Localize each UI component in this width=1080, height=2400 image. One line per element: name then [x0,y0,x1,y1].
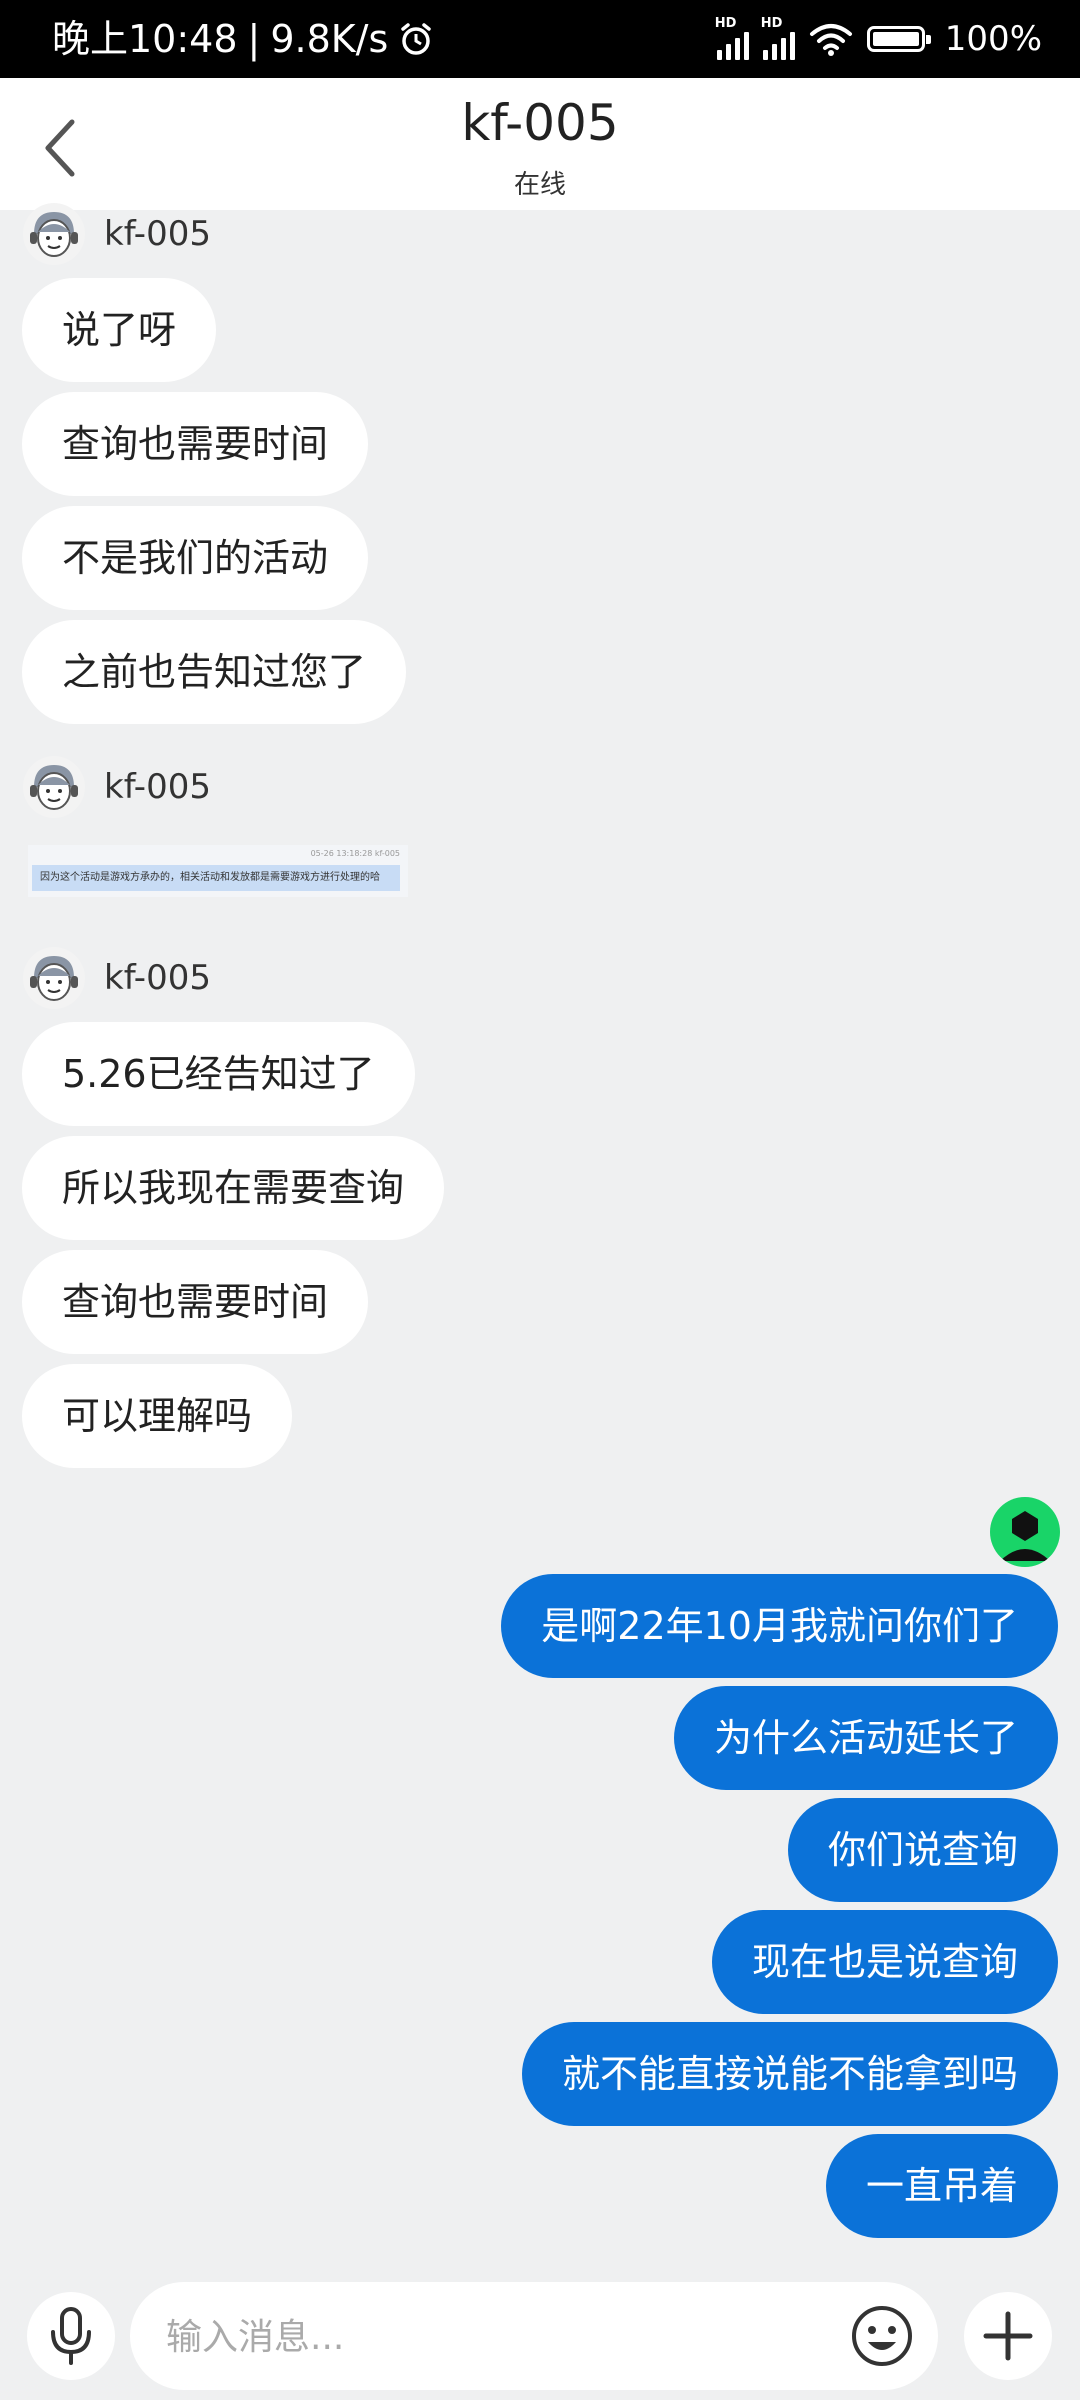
message-bubble[interactable]: 之前也告知过您了 [22,620,407,724]
user-message-bubble[interactable]: 就不能直接说能不能拿到吗 [521,2022,1058,2126]
agent-header: kf-005 [22,946,211,1010]
status-separator: | [247,17,261,61]
user-message-bubble[interactable]: 你们说查询 [787,1798,1058,1902]
user-avatar[interactable] [990,1497,1060,1567]
message-bubble[interactable]: 可以理解吗 [22,1364,293,1468]
agent-name: kf-005 [104,214,211,254]
wifi-icon [809,24,852,56]
message-bubble[interactable]: 5.26已经告知过了 [22,1022,415,1126]
message-input[interactable] [164,2282,848,2392]
image-message[interactable]: 05-26 13:18:28 kf-005 因为这个活动是游戏方承办的，相关活动… [28,845,408,897]
message-bubble[interactable]: 说了呀 [22,278,217,382]
message-input-container [130,2282,938,2392]
battery-icon [866,26,931,52]
user-message-bubble[interactable]: 一直吊着 [825,2134,1058,2238]
agent-header: kf-005 [22,202,211,266]
agent-name: kf-005 [104,958,211,998]
chat-title: kf-005 [461,94,619,152]
agent-avatar-icon[interactable] [22,755,86,819]
network-speed: 9.8K/s [270,17,389,61]
smiley-icon [852,2306,912,2366]
user-message-bubble[interactable]: 为什么活动延长了 [673,1686,1058,1790]
online-status: 在线 [513,170,566,200]
user-message-bubble[interactable]: 现在也是说查询 [711,1910,1058,2014]
user-avatar-icon [1000,1511,1050,1561]
battery-level: 100% [944,19,1042,59]
user-message-bubble[interactable]: 是啊22年10月我就问你们了 [501,1574,1058,1678]
signal-icon: HD [715,16,749,60]
message-bubble[interactable]: 所以我现在需要查询 [22,1136,445,1240]
agent-header: kf-005 [22,755,211,819]
microphone-icon [51,2307,91,2365]
status-time: 晚上10:48 [52,17,238,61]
plus-icon [983,2311,1033,2361]
voice-button[interactable] [27,2292,115,2380]
signal-icon-2: HD [761,16,795,60]
agent-avatar-icon[interactable] [22,202,86,266]
alarm-icon [401,23,432,55]
message-bubble[interactable]: 查询也需要时间 [22,1250,369,1354]
message-bubble[interactable]: 查询也需要时间 [22,392,369,496]
message-bubble[interactable]: 不是我们的活动 [22,506,369,610]
emoji-button[interactable] [848,2302,916,2370]
image-text: 因为这个活动是游戏方承办的，相关活动和发放都是需要游戏方进行处理的哈 [32,865,400,891]
status-bar: 晚上10:48 | 9.8K/s HD HD 100% [0,0,1080,78]
agent-name: kf-005 [104,767,211,807]
input-bar [0,2270,1080,2400]
image-meta: 05-26 13:18:28 kf-005 [310,849,400,858]
more-options-button[interactable] [964,2292,1052,2380]
chat-header: kf-005 在线 [0,78,1080,210]
agent-avatar-icon[interactable] [22,946,86,1010]
